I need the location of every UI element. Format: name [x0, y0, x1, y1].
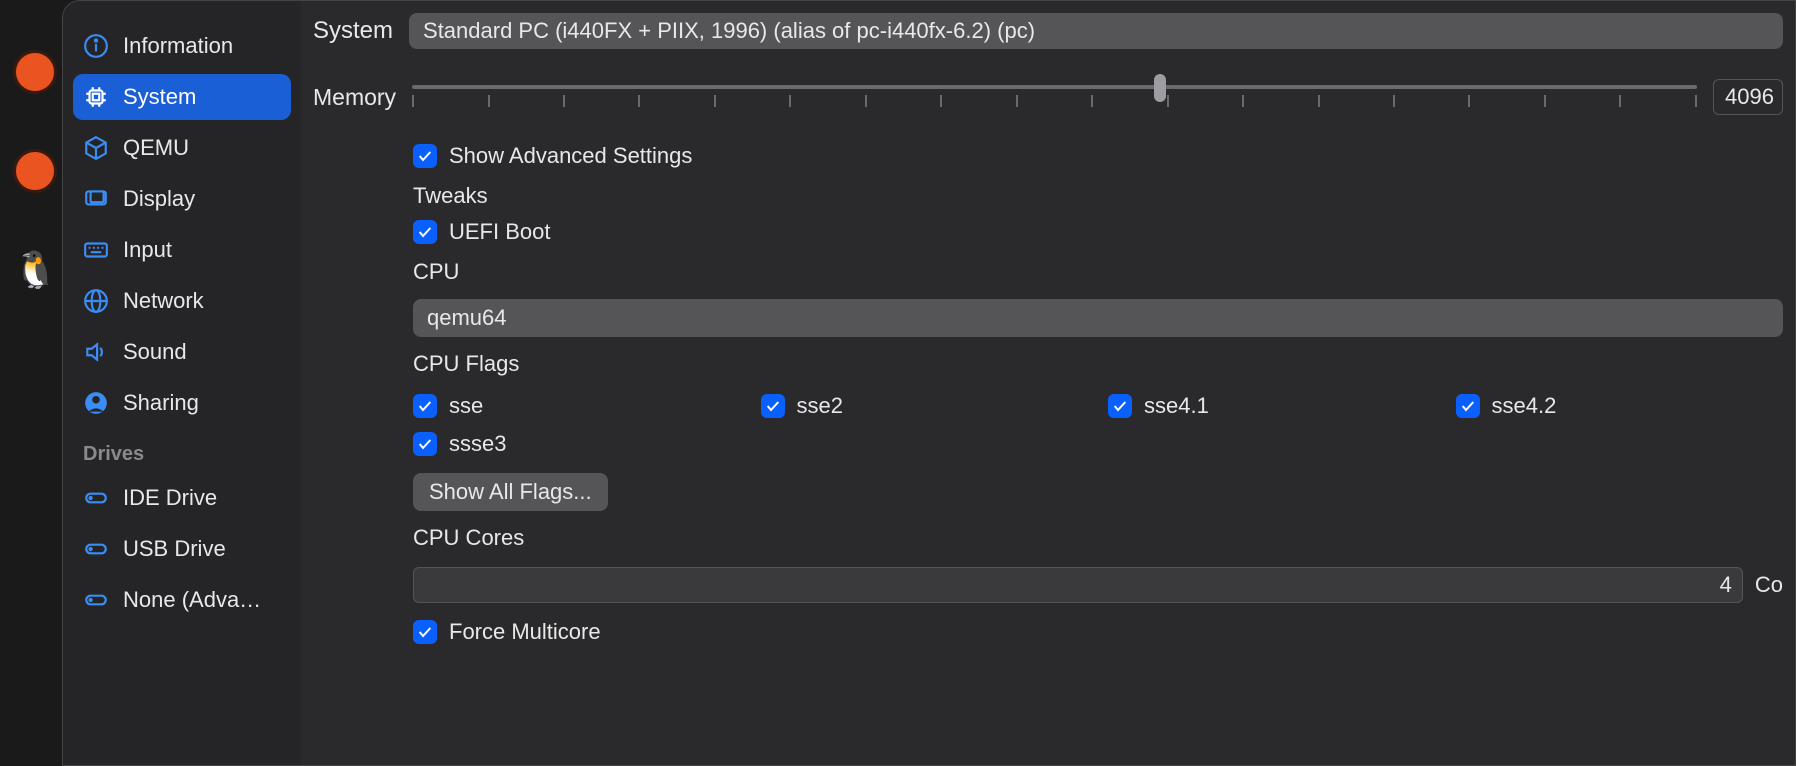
- display-icon: [83, 186, 109, 212]
- sidebar-item-label: USB Drive: [123, 536, 226, 562]
- cores-suffix: Co: [1755, 572, 1783, 598]
- sidebar-item-display[interactable]: Display: [73, 176, 291, 222]
- settings-window: Information System QEMU Display Input: [62, 0, 1796, 766]
- slider-thumb[interactable]: [1154, 74, 1166, 102]
- drives-header: Drives: [73, 431, 291, 470]
- ubuntu-icon[interactable]: [13, 50, 57, 94]
- sidebar-item-label: None (Adva…: [123, 587, 261, 613]
- sidebar-item-label: QEMU: [123, 135, 189, 161]
- system-row: System Standard PC (i440FX + PIIX, 1996)…: [301, 1, 1795, 49]
- sidebar-item-network[interactable]: Network: [73, 278, 291, 324]
- sidebar-item-label: Sharing: [123, 390, 199, 416]
- show-all-flags-button[interactable]: Show All Flags...: [413, 473, 608, 511]
- system-dropdown[interactable]: Standard PC (i440FX + PIIX, 1996) (alias…: [409, 13, 1783, 49]
- force-multicore-label: Force Multicore: [449, 619, 601, 645]
- globe-icon: [83, 288, 109, 314]
- sidebar-item-label: Sound: [123, 339, 187, 365]
- flag-ssse3[interactable]: ssse3: [413, 431, 741, 457]
- slider-ticks: [412, 95, 1697, 107]
- system-dropdown-value: Standard PC (i440FX + PIIX, 1996) (alias…: [423, 18, 1035, 44]
- linux-penguin-icon[interactable]: 🐧: [13, 248, 57, 292]
- flag-label: sse4.2: [1492, 393, 1557, 419]
- sidebar-item-label: IDE Drive: [123, 485, 217, 511]
- show-advanced-row[interactable]: Show Advanced Settings: [413, 143, 1783, 169]
- sidebar-item-label: Network: [123, 288, 204, 314]
- cpu-dropdown[interactable]: qemu64: [413, 299, 1783, 337]
- show-advanced-label: Show Advanced Settings: [449, 143, 692, 169]
- sidebar-item-information[interactable]: Information: [73, 23, 291, 69]
- cpu-label: CPU: [413, 259, 1783, 285]
- sidebar-item-label: System: [123, 84, 196, 110]
- checkbox-icon[interactable]: [413, 144, 437, 168]
- cpu-cores-label: CPU Cores: [413, 525, 1783, 551]
- sidebar-item-sound[interactable]: Sound: [73, 329, 291, 375]
- cpu-cores-row: Co: [413, 567, 1783, 603]
- flag-label: sse4.1: [1144, 393, 1209, 419]
- memory-value[interactable]: 4096: [1713, 79, 1783, 115]
- checkbox-icon[interactable]: [413, 432, 437, 456]
- sidebar-item-sharing[interactable]: Sharing: [73, 380, 291, 426]
- sidebar-item-input[interactable]: Input: [73, 227, 291, 273]
- ubuntu-icon[interactable]: [13, 149, 57, 193]
- info-icon: [83, 33, 109, 59]
- flag-label: sse2: [797, 393, 843, 419]
- drive-icon: [83, 536, 109, 562]
- main-panel: System Standard PC (i440FX + PIIX, 1996)…: [301, 1, 1795, 765]
- tweaks-label: Tweaks: [413, 183, 1783, 209]
- sidebar-item-system[interactable]: System: [73, 74, 291, 120]
- uefi-boot-label: UEFI Boot: [449, 219, 550, 245]
- sidebar-item-label: Input: [123, 237, 172, 263]
- checkbox-icon[interactable]: [761, 394, 785, 418]
- page-title: System: [313, 17, 393, 45]
- drive-icon: [83, 485, 109, 511]
- settings-content: Show Advanced Settings Tweaks UEFI Boot …: [301, 125, 1795, 657]
- cpu-dropdown-value: qemu64: [427, 305, 507, 330]
- memory-row: Memory 4096: [301, 49, 1795, 125]
- checkbox-icon[interactable]: [413, 394, 437, 418]
- checkbox-icon[interactable]: [413, 620, 437, 644]
- flag-label: sse: [449, 393, 483, 419]
- checkbox-icon[interactable]: [413, 220, 437, 244]
- sidebar-item-label: Information: [123, 33, 233, 59]
- flag-sse42[interactable]: sse4.2: [1456, 393, 1784, 419]
- flag-sse2[interactable]: sse2: [761, 393, 1089, 419]
- force-multicore-row[interactable]: Force Multicore: [413, 619, 1783, 645]
- sidebar-item-ide-drive[interactable]: IDE Drive: [73, 475, 291, 521]
- desktop-dock: 🐧: [0, 0, 70, 766]
- sidebar-item-usb-drive[interactable]: USB Drive: [73, 526, 291, 572]
- checkbox-icon[interactable]: [1108, 394, 1132, 418]
- cpu-flags-grid: sse sse2 sse4.1 sse4.2 ssse3: [413, 393, 1783, 457]
- uefi-boot-row[interactable]: UEFI Boot: [413, 219, 1783, 245]
- flag-sse41[interactable]: sse4.1: [1108, 393, 1436, 419]
- drive-icon: [83, 587, 109, 613]
- chip-icon: [83, 84, 109, 110]
- person-icon: [83, 390, 109, 416]
- cpu-flags-label: CPU Flags: [413, 351, 1783, 377]
- checkbox-icon[interactable]: [1456, 394, 1480, 418]
- sidebar-item-label: Display: [123, 186, 195, 212]
- sidebar-item-none-drive[interactable]: None (Adva…: [73, 577, 291, 623]
- cpu-cores-input[interactable]: [413, 567, 1743, 603]
- memory-label: Memory: [313, 84, 396, 111]
- sound-icon: [83, 339, 109, 365]
- flag-label: ssse3: [449, 431, 506, 457]
- cube-icon: [83, 135, 109, 161]
- sidebar-item-qemu[interactable]: QEMU: [73, 125, 291, 171]
- flag-sse[interactable]: sse: [413, 393, 741, 419]
- sidebar: Information System QEMU Display Input: [63, 1, 301, 765]
- keyboard-icon: [83, 237, 109, 263]
- slider-track: [412, 85, 1697, 89]
- memory-slider[interactable]: [412, 77, 1697, 117]
